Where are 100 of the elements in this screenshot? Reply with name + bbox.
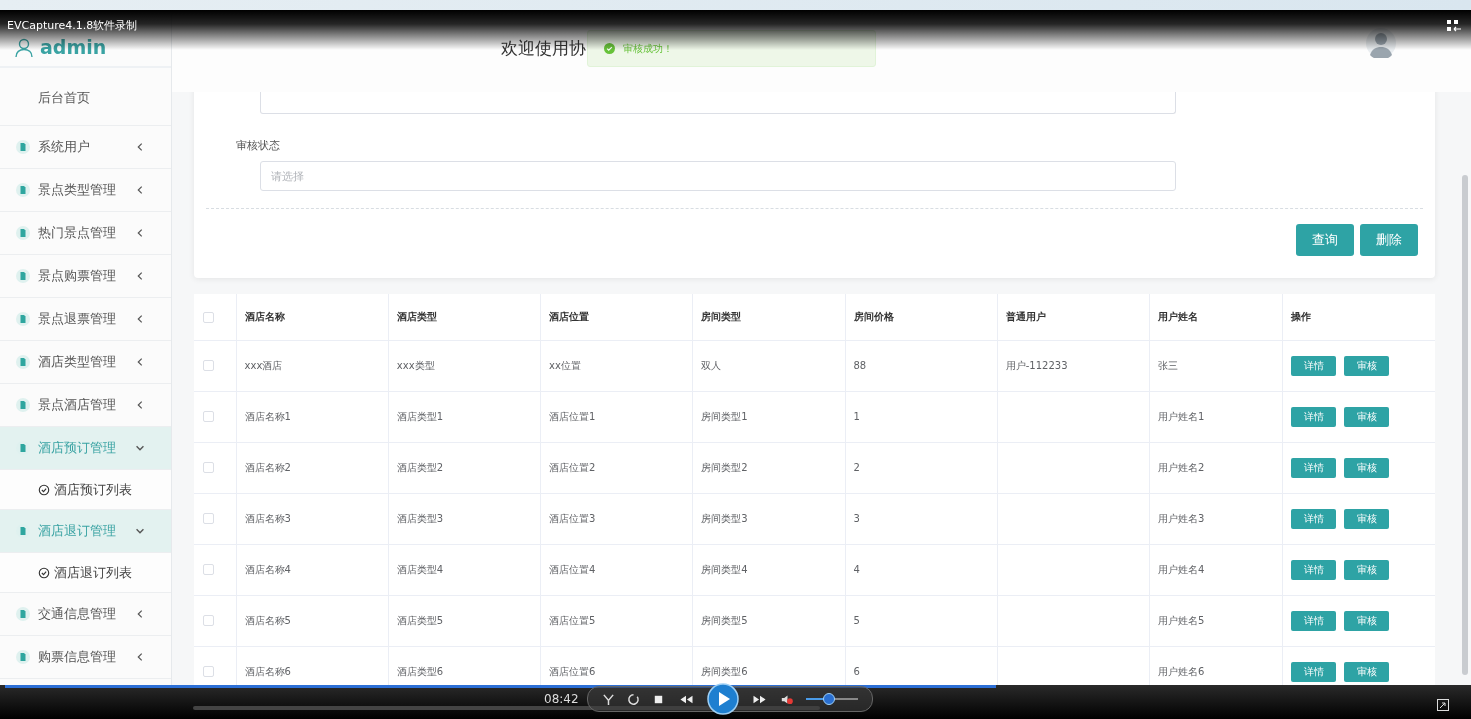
row-action-button[interactable]: 审核 [1344,406,1390,427]
document-icon [16,355,30,369]
cut-icon[interactable] [601,692,615,706]
table-cell: 用户姓名5 [1157,614,1205,626]
check-circle-icon [38,566,50,579]
table-cell: 酒店名称2 [244,461,291,473]
table-cell: xxx类型 [396,359,435,371]
sidebar-item[interactable]: 酒店预订管理 [0,427,171,470]
checkbox[interactable] [203,564,214,576]
table-cell: 用户-112233 [1005,359,1068,371]
volume-slider[interactable] [805,693,858,705]
row-action-button[interactable]: 详情 [1291,559,1337,580]
table-cell: 酒店类型2 [396,461,444,473]
select-field[interactable]: 请选择 [260,161,1176,191]
sidebar-item[interactable]: 后台首页 [0,68,171,126]
action-button[interactable]: 删除 [1360,224,1418,256]
checkbox[interactable] [203,411,214,423]
column-header: 普通用户 [1005,310,1046,322]
row-action-button[interactable]: 详情 [1291,457,1337,478]
sidebar-item[interactable]: 景点购票管理 [0,255,171,298]
sidebar-item[interactable]: 系统用户 [0,126,171,169]
window-layout-icon[interactable] [1447,20,1461,32]
table-cell: 酒店类型3 [396,512,444,524]
table-cell: 酒店名称4 [244,563,291,575]
avatar-icon [1366,28,1396,58]
row-action-button[interactable]: 审核 [1344,610,1390,631]
table-cell: 房间类型4 [701,563,748,575]
table-cell: 张三 [1157,359,1178,371]
play-button[interactable] [706,683,739,715]
column-header: 酒店类型 [396,310,437,322]
table-cell: 房间类型5 [701,614,748,626]
check-circle-icon [38,483,50,496]
sidebar-item[interactable]: 酒店退订管理 [0,510,171,553]
sidebar-item[interactable]: 酒店类型管理 [0,341,171,384]
table-cell: 酒店位置4 [549,563,596,575]
checkbox[interactable] [203,360,214,372]
table-cell: 房间类型1 [701,410,748,422]
table-cell: 6 [853,666,860,677]
column-header: 酒店名称 [244,310,285,322]
check-circle-icon [604,43,615,54]
row-action-button[interactable]: 审核 [1344,559,1390,580]
table-cell: 房间类型3 [701,512,748,524]
table-cell: 房间类型2 [701,461,748,473]
toast-message: 审核成功！ [623,41,673,56]
scrollbar[interactable] [1462,175,1468,675]
table-cell: 88 [853,360,867,371]
row-action-button[interactable]: 详情 [1291,406,1337,427]
table-cell: 酒店名称6 [244,665,291,677]
document-icon [16,607,30,621]
table-cell: 2 [853,462,860,473]
table-cell: 房间类型6 [701,665,748,677]
repeat-icon[interactable] [626,692,640,706]
user-icon [14,38,34,58]
document-icon [16,226,30,240]
row-action-button[interactable]: 审核 [1344,457,1390,478]
row-action-button[interactable]: 详情 [1291,508,1337,529]
checkbox[interactable] [203,311,214,323]
table-cell: 双人 [701,359,722,371]
row-action-button[interactable]: 详情 [1291,610,1337,631]
column-header: 酒店位置 [549,310,590,322]
fullscreen-icon[interactable] [1437,699,1449,711]
table-cell: xx位置 [549,359,581,371]
row-action-button[interactable]: 审核 [1344,661,1390,682]
table-cell: 酒店名称5 [244,614,291,626]
document-icon [16,183,30,197]
table-cell: 用户姓名3 [1157,512,1205,524]
table-cell: 酒店位置6 [549,665,596,677]
row-action-button[interactable]: 详情 [1291,661,1337,682]
table-cell: 酒店名称3 [244,512,291,524]
sidebar-item[interactable]: 景点类型管理 [0,169,171,212]
sidebar-item[interactable]: 热门景点管理 [0,212,171,255]
row-action-button[interactable]: 详情 [1291,355,1337,376]
checkbox[interactable] [203,513,214,525]
table-cell: 酒店位置3 [549,512,596,524]
document-icon [16,398,30,412]
admin-username: admin [40,36,107,58]
sidebar-item[interactable]: 景点退票管理 [0,298,171,341]
table-cell: 酒店类型5 [396,614,444,626]
checkbox[interactable] [203,462,214,474]
checkbox[interactable] [203,615,214,627]
sidebar-item[interactable]: 交通信息管理 [0,593,171,636]
action-button[interactable]: 查询 [1296,224,1354,256]
table-cell: 酒店位置5 [549,614,596,626]
checkbox[interactable] [203,666,214,678]
table-cell: 用户姓名4 [1157,563,1205,575]
document-icon [16,312,30,326]
table-cell: 用户姓名1 [1157,410,1205,422]
table-cell: 酒店类型1 [396,410,444,422]
row-action-button[interactable]: 审核 [1344,508,1390,529]
table-cell: 用户姓名6 [1157,665,1205,677]
volume-icon[interactable] [780,692,794,706]
table-cell: 3 [853,513,860,524]
column-header: 操作 [1291,310,1312,322]
row-action-button[interactable]: 审核 [1344,355,1390,376]
welcome-title: 欢迎使用协 [501,36,586,60]
sidebar-item[interactable]: 购票信息管理 [0,636,171,679]
document-icon [16,140,30,154]
playback-time: 08:42 [544,692,579,706]
table-cell: xxx酒店 [244,359,283,371]
table-cell: 5 [853,615,860,626]
